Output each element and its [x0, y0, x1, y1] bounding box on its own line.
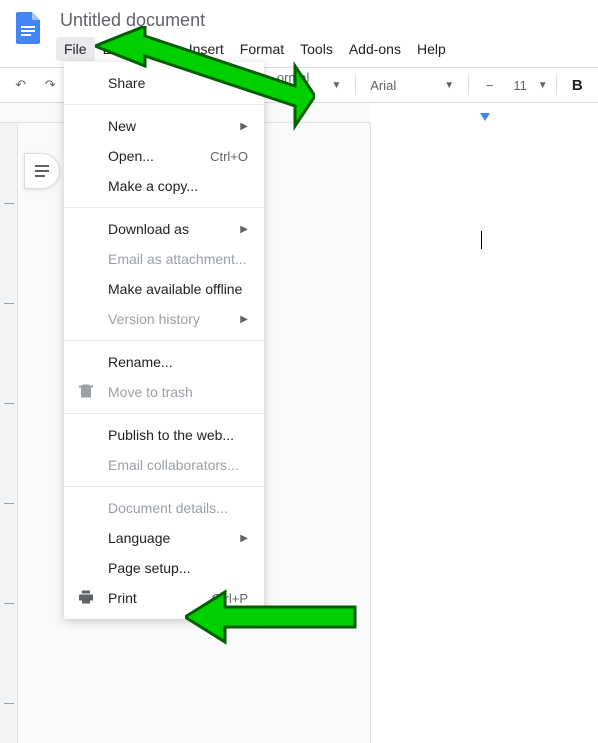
menu-move-trash: Move to trash	[64, 377, 264, 407]
menu-format[interactable]: Format	[232, 37, 292, 61]
document-title[interactable]: Untitled document	[56, 8, 598, 33]
menu-language[interactable]: Language▶	[64, 523, 264, 553]
chevron-right-icon: ▶	[240, 224, 248, 235]
menu-tools[interactable]: Tools	[292, 37, 341, 61]
style-dropdown[interactable]: ormal text ▼	[271, 70, 347, 100]
menu-share[interactable]: Share	[64, 68, 264, 98]
menu-download-as[interactable]: Download as▶	[64, 214, 264, 244]
menu-new[interactable]: New▶	[64, 111, 264, 141]
trash-icon	[78, 383, 94, 402]
separator	[64, 486, 264, 487]
separator	[64, 413, 264, 414]
print-icon	[78, 589, 94, 608]
menu-version-history: Version history▶	[64, 304, 264, 334]
separator	[468, 75, 469, 95]
chevron-down-icon: ▼	[538, 80, 548, 91]
menu-file[interactable]: File	[56, 37, 95, 61]
menu-rename[interactable]: Rename...	[64, 347, 264, 377]
outline-button[interactable]	[24, 153, 60, 189]
document-page[interactable]	[370, 123, 598, 743]
menu-insert[interactable]: Insert	[181, 37, 232, 61]
font-dropdown[interactable]: Arial ▼	[364, 78, 460, 93]
chevron-right-icon: ▶	[240, 121, 248, 132]
font-label: Arial	[370, 78, 396, 93]
separator	[355, 75, 356, 95]
shortcut-label: Ctrl+P	[212, 591, 248, 606]
menu-publish-web[interactable]: Publish to the web...	[64, 420, 264, 450]
separator	[556, 75, 557, 95]
separator	[64, 207, 264, 208]
vertical-ruler[interactable]	[0, 123, 18, 743]
indent-marker[interactable]	[480, 113, 490, 121]
text-cursor	[481, 231, 482, 249]
shortcut-label: Ctrl+O	[210, 149, 248, 164]
font-size-input[interactable]: 11	[507, 78, 534, 93]
separator	[64, 340, 264, 341]
font-size-decrease[interactable]: −	[477, 71, 502, 99]
separator	[64, 104, 264, 105]
menu-print[interactable]: PrintCtrl+P	[64, 583, 264, 613]
docs-logo[interactable]	[8, 8, 48, 48]
chevron-down-icon: ▼	[444, 80, 454, 91]
bold-button[interactable]: B	[565, 71, 590, 99]
menu-email-collaborators: Email collaborators...	[64, 450, 264, 480]
undo-button[interactable]: ↶	[8, 71, 33, 99]
menu-make-copy[interactable]: Make a copy...	[64, 171, 264, 201]
menu-make-offline[interactable]: Make available offline	[64, 274, 264, 304]
chevron-right-icon: ▶	[240, 314, 248, 325]
menu-view[interactable]: View	[135, 37, 181, 61]
style-label: ormal text	[277, 70, 328, 100]
chevron-right-icon: ▶	[240, 533, 248, 544]
menu-addons[interactable]: Add-ons	[341, 37, 409, 61]
menu-email-attachment: Email as attachment...	[64, 244, 264, 274]
menu-open[interactable]: Open...Ctrl+O	[64, 141, 264, 171]
chevron-down-icon: ▼	[331, 80, 341, 91]
menu-edit[interactable]: Edit	[95, 37, 135, 61]
menu-document-details: Document details...	[64, 493, 264, 523]
menu-help[interactable]: Help	[409, 37, 454, 61]
redo-button[interactable]: ↷	[37, 71, 62, 99]
file-menu-dropdown: Share New▶ Open...Ctrl+O Make a copy... …	[64, 62, 264, 619]
menu-page-setup[interactable]: Page setup...	[64, 553, 264, 583]
